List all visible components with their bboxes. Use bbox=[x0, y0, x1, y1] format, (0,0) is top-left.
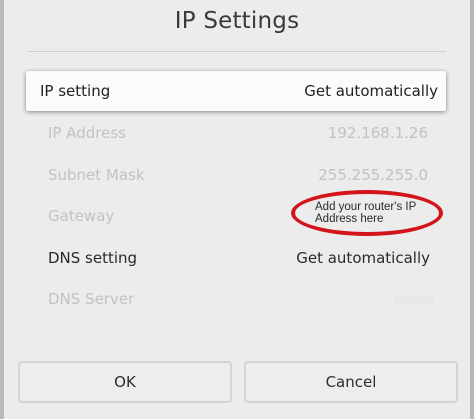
ip-address-row: IP Address 192.168.1.26 bbox=[26, 113, 446, 153]
subnet-mask-label: Subnet Mask bbox=[48, 166, 145, 184]
ip-address-value: 192.168.1.26 bbox=[327, 124, 428, 142]
ok-button[interactable]: OK bbox=[18, 361, 232, 403]
ip-address-label: IP Address bbox=[48, 124, 126, 142]
ip-setting-label: IP setting bbox=[40, 82, 111, 100]
ip-setting-value: Get automatically bbox=[304, 82, 438, 100]
dns-server-label: DNS Server bbox=[48, 290, 135, 308]
ip-setting-row[interactable]: IP setting Get automatically bbox=[26, 71, 446, 111]
subnet-mask-value: 255.255.255.0 bbox=[318, 166, 428, 184]
cancel-button[interactable]: Cancel bbox=[244, 361, 458, 403]
dns-server-row: DNS Server bbox=[26, 279, 446, 319]
dns-setting-row[interactable]: DNS setting Get automatically bbox=[26, 238, 446, 278]
dns-setting-label: DNS setting bbox=[48, 249, 138, 267]
subnet-mask-row: Subnet Mask 255.255.255.0 bbox=[26, 155, 446, 195]
dialog-title: IP Settings bbox=[174, 8, 300, 34]
gateway-label: Gateway bbox=[48, 207, 115, 225]
title-divider bbox=[28, 51, 446, 52]
dns-server-value-placeholder bbox=[394, 295, 434, 304]
ip-settings-dialog: IP Settings IP setting Get automatically… bbox=[4, 0, 470, 419]
annotation-text: Add your router's IP Address here bbox=[315, 201, 417, 225]
dns-setting-value: Get automatically bbox=[296, 249, 430, 267]
